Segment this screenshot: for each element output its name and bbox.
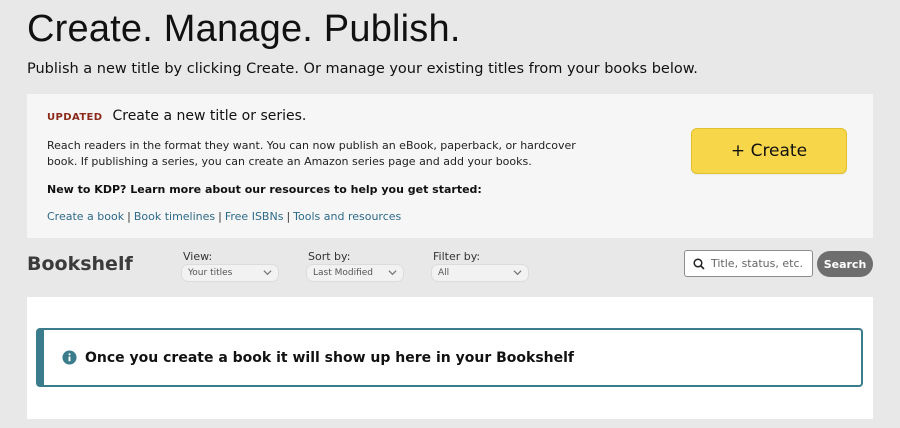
link-separator: | [286,210,291,223]
resource-links: Create a book | Book timelines | Free ISBNs |… [47,210,401,223]
sort-label: Sort by: [308,250,351,263]
bookshelf-title: Bookshelf [27,253,133,275]
page-subtitle: Publish a new title by clicking Create. … [27,61,698,77]
chevron-down-icon [263,270,272,276]
info-icon [62,350,77,365]
chevron-down-icon [388,270,397,276]
filter-control: Filter by: All [431,250,529,282]
create-a-book-link[interactable]: Create a book [47,210,124,223]
chevron-down-icon [513,270,522,276]
filter-select[interactable]: All [431,264,529,282]
create-panel-description: Reach readers in the format they want. Y… [47,139,576,168]
create-panel: UPDATED Create a new title or series. Re… [27,94,873,238]
sort-select[interactable]: Last Modified [306,264,404,282]
search-button[interactable]: Search [817,251,873,277]
search-box[interactable] [684,250,813,277]
create-panel-heading: Create a new title or series. [112,108,307,124]
filter-label: Filter by: [433,250,481,263]
empty-bookshelf-message: Once you create a book it will show up h… [85,349,575,366]
search-icon [693,257,705,270]
bookshelf-panel: Once you create a book it will show up h… [27,297,873,419]
sort-select-value: Last Modified [313,268,374,278]
create-panel-header: UPDATED Create a new title or series. [47,108,306,124]
empty-bookshelf-alert: Once you create a book it will show up h… [36,328,863,387]
book-timelines-link[interactable]: Book timelines [134,210,215,223]
view-label: View: [183,250,213,263]
sort-control: Sort by: Last Modified [306,250,404,282]
filter-select-value: All [438,268,450,278]
tools-and-resources-link[interactable]: Tools and resources [293,210,401,223]
view-select-value: Your titles [188,268,233,278]
free-isbns-link[interactable]: Free ISBNs [225,210,284,223]
view-select[interactable]: Your titles [181,264,279,282]
view-control: View: Your titles [181,250,279,282]
link-separator: | [218,210,222,223]
page-title: Create. Manage. Publish. [27,8,461,50]
link-separator: | [127,210,131,223]
new-to-kdp-text: New to KDP? Learn more about our resourc… [47,183,482,196]
create-button[interactable]: + Create [691,128,847,174]
search-input[interactable] [711,257,806,270]
updated-badge: UPDATED [47,112,103,123]
